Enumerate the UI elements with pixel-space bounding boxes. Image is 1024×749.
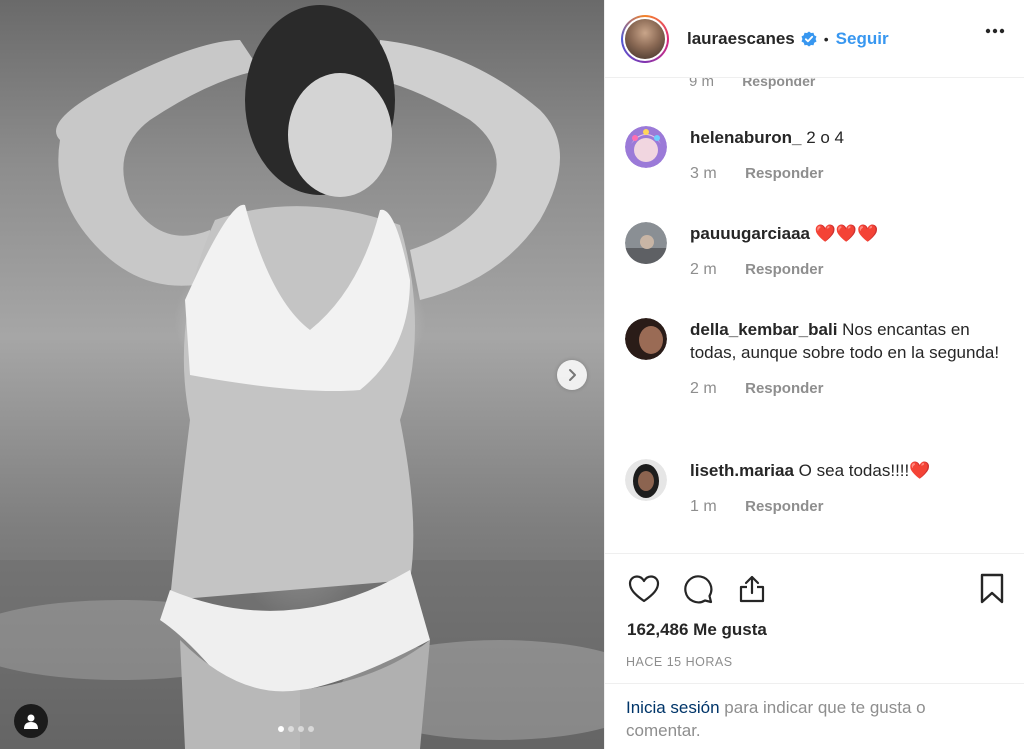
comment-item: helenaburon_ 2 o 4 3 m Responder bbox=[625, 126, 1015, 183]
comment-content: 2 o 4 bbox=[801, 128, 845, 147]
comment-username[interactable]: liseth.mariaa bbox=[690, 461, 794, 480]
comment-meta: 3 m Responder bbox=[690, 165, 1015, 183]
carousel-dot bbox=[278, 726, 284, 732]
reply-button[interactable]: Responder bbox=[742, 78, 815, 89]
comment-meta: 1 m Responder bbox=[690, 498, 1015, 516]
likes-count[interactable]: 162,486 Me gusta bbox=[627, 620, 767, 640]
post-photo bbox=[0, 5, 604, 749]
comment-username[interactable]: helenaburon_ bbox=[690, 128, 801, 147]
comment-item: pauuugarciaaa ❤️❤️❤️ 2 m Responder bbox=[625, 222, 1015, 279]
bookmark-icon bbox=[980, 573, 1004, 604]
comment-time: 3 m bbox=[690, 165, 717, 182]
comment-item: della_kembar_bali Nos encantas en todas,… bbox=[625, 318, 1015, 398]
comment-text: della_kembar_bali Nos encantas en todas,… bbox=[690, 318, 1015, 364]
comment-time: 9 m bbox=[689, 78, 715, 90]
comment-button[interactable] bbox=[681, 572, 715, 606]
reply-button[interactable]: Responder bbox=[745, 165, 823, 182]
comment-text: pauuugarciaaa ❤️❤️❤️ bbox=[690, 222, 1015, 245]
comment-content: ❤️❤️❤️ bbox=[810, 224, 879, 243]
user-tag-icon bbox=[24, 714, 38, 729]
share-icon bbox=[739, 575, 765, 603]
carousel-dot bbox=[308, 726, 314, 732]
comment-avatar[interactable] bbox=[625, 222, 667, 264]
carousel-next-button[interactable] bbox=[557, 360, 587, 390]
comment-avatar[interactable] bbox=[625, 126, 667, 168]
avatar-inner bbox=[623, 16, 667, 61]
avatar[interactable] bbox=[621, 14, 669, 63]
comment-icon bbox=[684, 575, 713, 604]
header-separator: • bbox=[823, 30, 829, 47]
carousel-dot bbox=[298, 726, 304, 732]
more-icon[interactable] bbox=[985, 28, 1005, 34]
user-tag-button[interactable] bbox=[14, 704, 48, 738]
post-panel: lauraescanes • Seguir 9 m Responder hele… bbox=[604, 0, 1024, 749]
reply-button[interactable]: Responder bbox=[745, 261, 823, 278]
verified-icon bbox=[801, 31, 817, 46]
actions-section: 162,486 Me gusta HACE 15 HORAS Inicia se… bbox=[605, 553, 1024, 749]
login-link[interactable]: Inicia sesión bbox=[626, 698, 720, 717]
comment-content: O sea todas!!!!❤️ bbox=[793, 461, 931, 480]
like-button[interactable] bbox=[627, 572, 661, 606]
comment-avatar[interactable] bbox=[625, 459, 667, 501]
comment-avatar[interactable] bbox=[625, 318, 667, 360]
login-prompt: Inicia sesión para indicar que te gusta … bbox=[605, 683, 1024, 742]
comment-time: 2 m bbox=[690, 261, 717, 278]
comment-username[interactable]: della_kembar_bali bbox=[690, 320, 837, 339]
share-button[interactable] bbox=[735, 572, 769, 606]
comment-username[interactable]: pauuugarciaaa bbox=[690, 224, 810, 243]
comments-list[interactable]: 9 m Responder helenaburon_ 2 o 4 3 m Res… bbox=[605, 78, 1024, 553]
comment-time: 1 m bbox=[690, 498, 717, 515]
chevron-right-icon bbox=[569, 369, 576, 381]
carousel-dot bbox=[288, 726, 294, 732]
partial-comment-meta: 9 m Responder bbox=[689, 78, 815, 90]
comment-text: liseth.mariaa O sea todas!!!!❤️ bbox=[690, 459, 1015, 482]
comment-item: liseth.mariaa O sea todas!!!!❤️ 1 m Resp… bbox=[625, 459, 1015, 516]
save-button[interactable] bbox=[975, 572, 1009, 606]
avatar-image bbox=[625, 18, 665, 59]
reply-button[interactable]: Responder bbox=[745, 498, 823, 515]
comment-meta: 2 m Responder bbox=[690, 261, 1015, 279]
post-header: lauraescanes • Seguir bbox=[605, 0, 1024, 78]
post-media[interactable] bbox=[0, 0, 604, 749]
reply-button[interactable]: Responder bbox=[745, 380, 823, 397]
heart-icon bbox=[628, 575, 660, 603]
comment-text: helenaburon_ 2 o 4 bbox=[690, 126, 1015, 149]
carousel-dots bbox=[278, 726, 314, 732]
post-timestamp[interactable]: HACE 15 HORAS bbox=[626, 655, 733, 669]
follow-button[interactable]: Seguir bbox=[836, 29, 889, 49]
comment-time: 2 m bbox=[690, 380, 717, 397]
comment-meta: 2 m Responder bbox=[690, 380, 1015, 398]
author-username[interactable]: lauraescanes bbox=[687, 29, 795, 49]
action-icons bbox=[627, 572, 769, 606]
